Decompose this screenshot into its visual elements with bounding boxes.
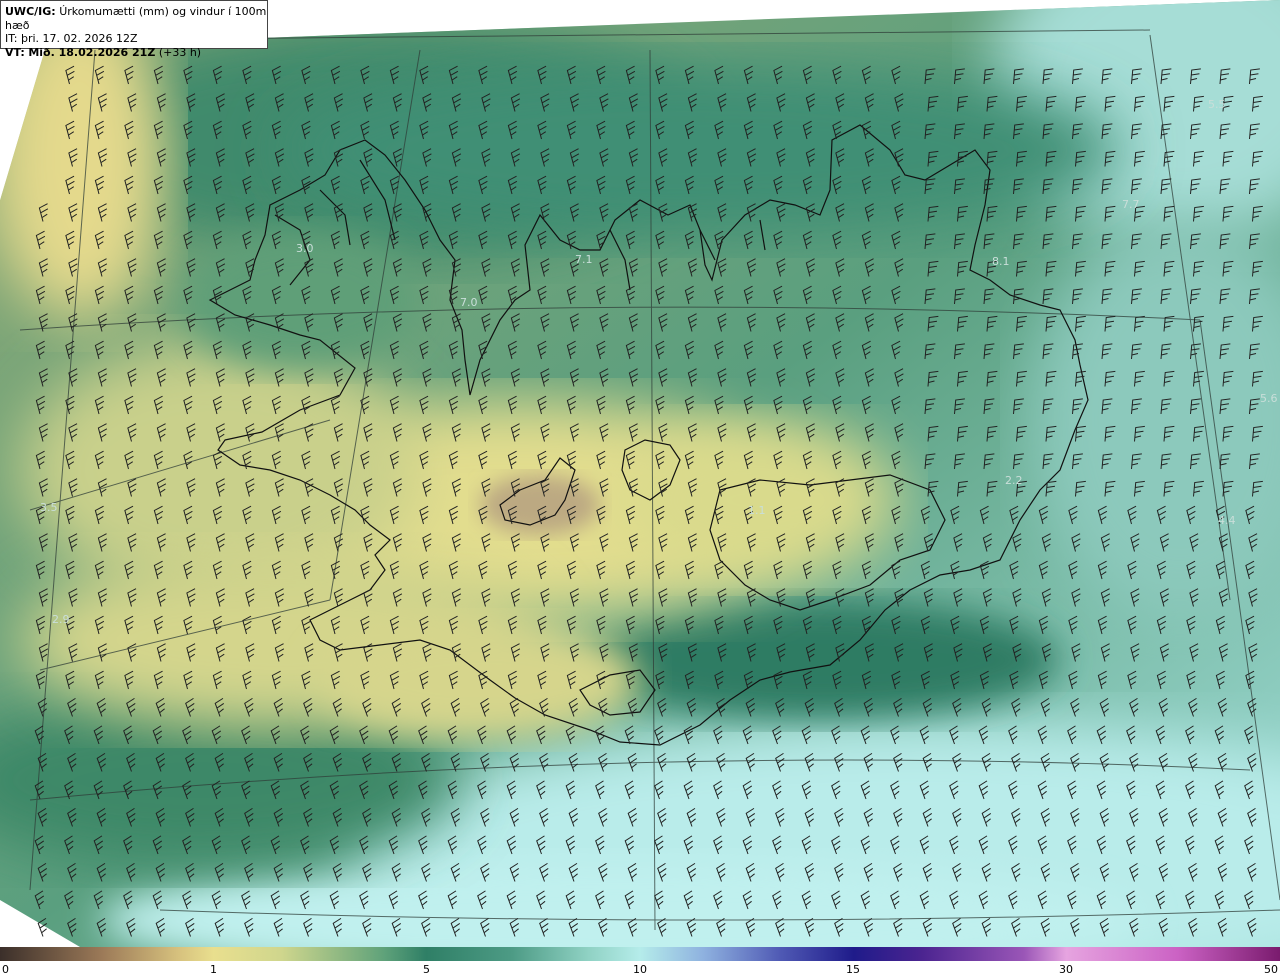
colorbar-tick: 1 — [210, 963, 217, 976]
init-time-line: IT: þri. 17. 02. 2026 12Z — [5, 32, 267, 46]
valid-label: VT: — [5, 45, 25, 59]
field-glacier-dry — [480, 475, 600, 535]
value-label: 7.0 — [460, 296, 478, 309]
colorbar-tick: 5 — [423, 963, 430, 976]
model-label: UWC/IG: — [5, 5, 56, 18]
value-label: 7.1 — [575, 253, 593, 266]
value-label: 1.1 — [748, 504, 766, 517]
field-n — [280, 60, 1120, 240]
init-time: þri. 17. 02. 2026 12Z — [20, 32, 138, 45]
value-label: 3.5 — [40, 501, 58, 514]
title-line: UWC/IG: Úrkomumætti (mm) og vindur í 100… — [5, 5, 267, 32]
value-label: 4.4 — [1218, 514, 1236, 527]
value-label: 8.1 — [992, 255, 1010, 268]
colorbar-tick: 0 — [2, 963, 9, 976]
value-label: 2.2 — [1005, 474, 1023, 487]
lead-time: (+33 h) — [158, 45, 202, 59]
precip-field — [0, 0, 1280, 947]
colorbar-ticks: 0 1 5 10 15 30 50 — [0, 963, 1280, 977]
value-label: 3.0 — [296, 242, 314, 255]
colorbar-tick: 10 — [633, 963, 647, 976]
forecast-map-view: UWC/IG: Úrkomumætti (mm) og vindur í 100… — [0, 0, 1280, 978]
value-label: 7.7 — [1122, 198, 1140, 211]
valid-time: Mið. 18.02.2026 21Z — [28, 45, 156, 59]
value-label: 2.9 — [52, 613, 70, 626]
colorbar-tick: 50 — [1264, 963, 1278, 976]
colorbar-tick: 30 — [1059, 963, 1073, 976]
init-label: IT: — [5, 32, 18, 45]
field-se-belt — [580, 600, 1060, 720]
value-label: 5.6 — [1260, 392, 1278, 405]
map-info-box: UWC/IG: Úrkomumætti (mm) og vindur í 100… — [0, 0, 268, 59]
colorbar-gradient — [0, 947, 1280, 961]
value-label: 5.5 — [1208, 98, 1226, 111]
precipitation-map[interactable]: 5.5 7.7 3.0 7.1 7.0 8.1 5.6 3.5 4.4 2.9 … — [0, 0, 1280, 947]
colorbar-tick: 15 — [846, 963, 860, 976]
colorbar: 0 1 5 10 15 30 50 — [0, 947, 1280, 978]
valid-time-line: VT: Mið. 18.02.2026 21Z (+33 h) — [5, 46, 267, 60]
